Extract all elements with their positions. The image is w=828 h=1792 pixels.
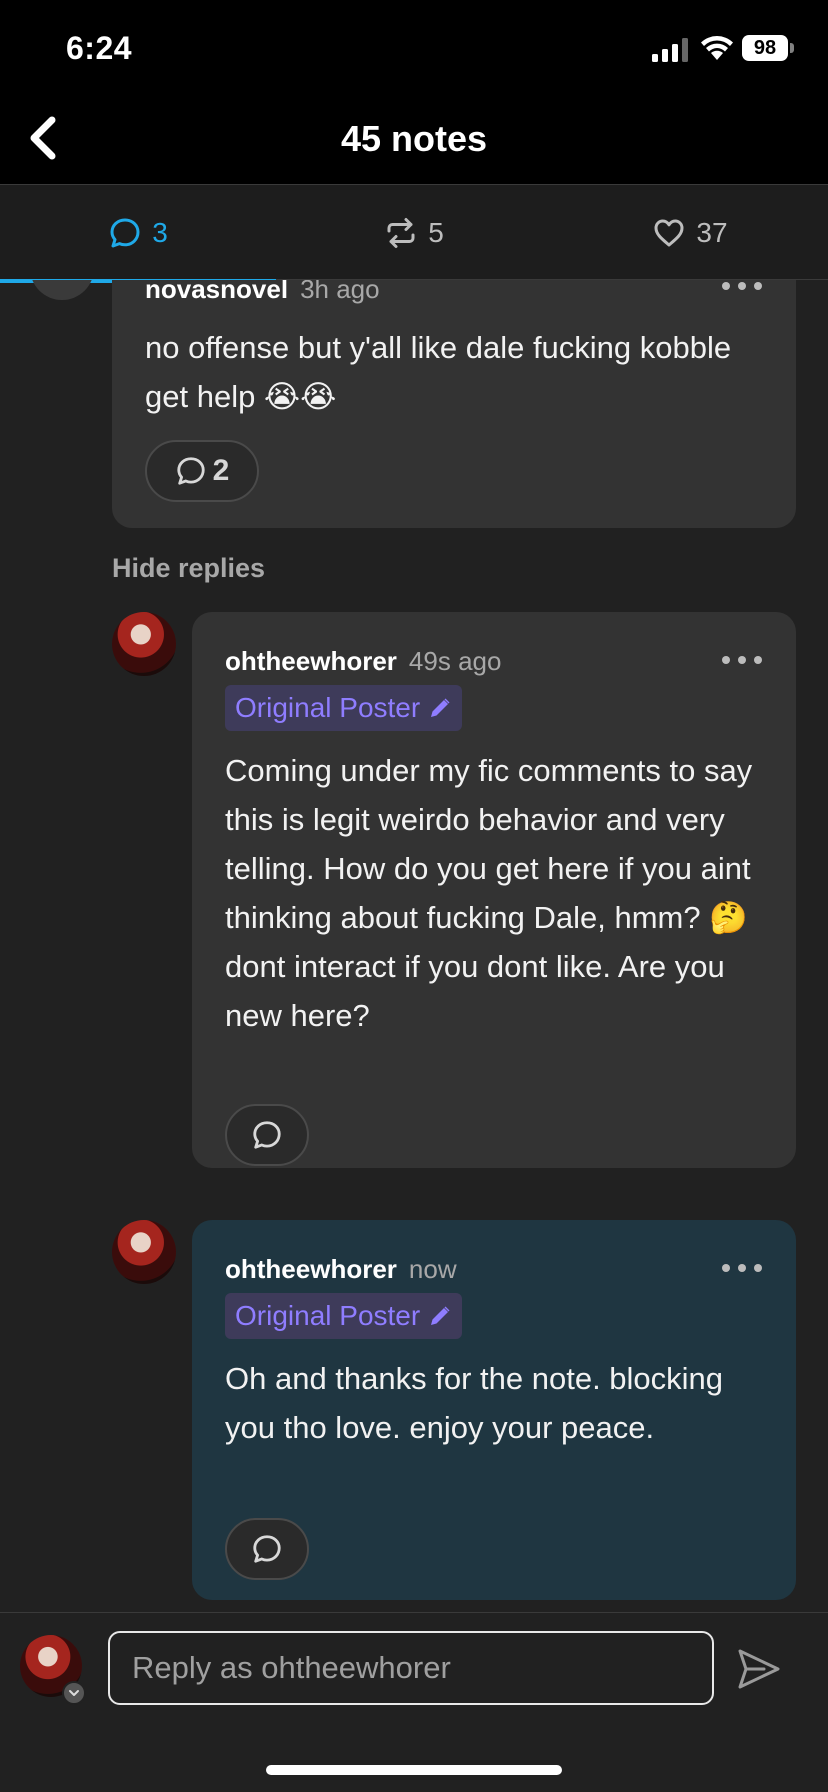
comment-meta: novasnovel 3h ago — [145, 280, 380, 305]
badge-label: Original Poster — [235, 692, 421, 723]
original-poster-badge: Original Poster — [225, 685, 463, 731]
battery-indicator: 98 — [742, 35, 788, 61]
notes-tabs: 3 5 37 — [0, 184, 828, 283]
tab-reblogs[interactable]: 5 — [276, 185, 552, 281]
tab-replies-count: 3 — [152, 217, 168, 248]
tab-likes-count: 37 — [696, 217, 728, 248]
reply-time: 49s ago — [408, 646, 502, 676]
comment-icon — [177, 457, 205, 485]
reply-text: Oh and thanks for the note. blocking you… — [225, 1361, 724, 1445]
comment-time: 3h ago — [300, 280, 380, 304]
status-time: 6:24 — [66, 30, 133, 66]
page-title: 45 notes — [340, 118, 488, 159]
more-options-button[interactable] — [722, 656, 762, 666]
comment-icon — [253, 1535, 281, 1563]
comments-list[interactable]: novasnovel 3h ago no offense but y'all l… — [0, 280, 828, 1612]
more-options-button[interactable] — [722, 1264, 762, 1274]
reply-button[interactable] — [225, 1104, 309, 1166]
reply-username[interactable]: ohtheewhorer — [225, 646, 397, 677]
signal-icon — [652, 38, 688, 62]
battery-nub — [790, 43, 794, 53]
tab-likes[interactable]: 37 — [552, 185, 828, 281]
tab-reblogs-count: 5 — [428, 217, 444, 248]
tab-replies[interactable]: 3 — [0, 185, 276, 283]
comment-text: no offense but y'all like dale fucking k… — [145, 330, 732, 414]
badge-label: Original Poster — [235, 1300, 421, 1331]
replies-button[interactable]: 2 — [145, 440, 259, 502]
comment-icon — [110, 218, 140, 248]
reblog-icon — [387, 218, 415, 248]
original-poster-badge: Original Poster — [225, 1293, 463, 1339]
wifi-icon — [701, 36, 733, 60]
chevron-down-icon — [69, 1690, 79, 1696]
reply-time: now — [408, 1254, 457, 1284]
pencil-icon — [431, 698, 450, 717]
avatar[interactable] — [112, 1220, 176, 1284]
status-bar: 6:24 98 — [0, 0, 828, 100]
header: 45 notes — [0, 100, 828, 184]
hide-replies-button[interactable]: Hide replies — [112, 553, 265, 584]
reply-button[interactable] — [225, 1518, 309, 1580]
account-switcher-badge[interactable] — [62, 1681, 86, 1705]
avatar[interactable] — [112, 612, 176, 676]
reply-text: Coming under my fic comments to say this… — [225, 753, 753, 1033]
reply-composer — [0, 1612, 828, 1792]
pencil-icon — [431, 1306, 450, 1325]
reply-meta: ohtheewhorer 49s ago — [225, 646, 501, 677]
heart-icon — [654, 219, 684, 247]
more-options-button[interactable] — [722, 282, 762, 292]
comment-username[interactable]: novasnovel — [145, 280, 288, 305]
avatar[interactable] — [30, 280, 94, 300]
send-button[interactable] — [734, 1645, 784, 1693]
home-indicator — [266, 1765, 562, 1775]
reply-input[interactable] — [108, 1631, 714, 1705]
reply-count: 2 — [212, 454, 230, 487]
comment-icon — [253, 1121, 281, 1149]
reply-username[interactable]: ohtheewhorer — [225, 1254, 397, 1285]
reply-meta: ohtheewhorer now — [225, 1254, 457, 1285]
